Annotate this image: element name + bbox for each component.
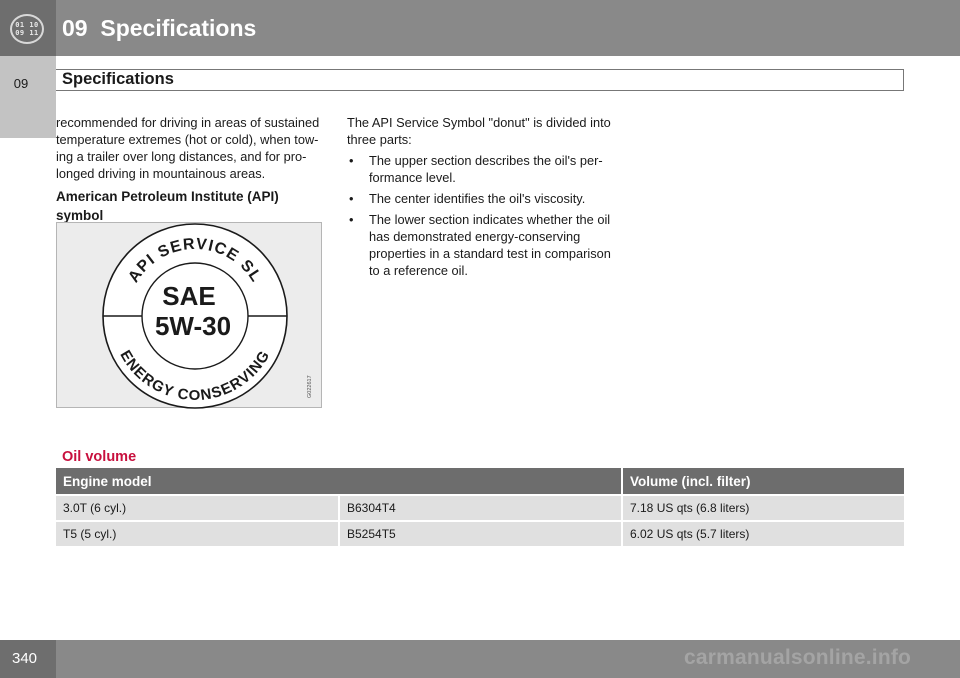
column-header-engine-model: Engine model (56, 468, 622, 495)
api-symbol-heading: American Petroleum Institute (API) symbo… (56, 189, 279, 223)
watermark: carmanualsonline.info (684, 646, 912, 669)
list-item-text: The upper section describes the oil's pe… (369, 153, 603, 185)
section-title-box (56, 69, 904, 91)
donut-center-viscosity: 5W-30 (155, 311, 231, 341)
cell-volume: 6.02 US qts (5.7 liters) (621, 520, 904, 546)
right-column: The API Service Symbol "donut" is divide… (347, 114, 619, 283)
api-symbol-figure: API SERVICE SL ENERGY CONSERVING SAE 5W-… (56, 222, 322, 409)
bullet-icon: • (349, 212, 354, 227)
table-header-row: Engine model Volume (incl. filter) (56, 468, 904, 495)
chapter-title: 09 Specifications (62, 15, 257, 41)
table-row: T5 (5 cyl.) B5254T5 6.02 US qts (5.7 lit… (56, 520, 904, 546)
column-header-volume: Volume (incl. filter) (621, 468, 904, 495)
oil-volume-heading: Oil volume (62, 449, 137, 465)
chapter-badge-line: 01 10 (15, 21, 39, 29)
donut-center-sae: SAE (162, 281, 215, 311)
chapter-badge-icon: 01 10 09 11 (10, 14, 44, 44)
list-item: • The center identifies the oil's viscosi… (347, 190, 619, 207)
side-tab (0, 56, 56, 138)
table-row: 3.0T (6 cyl.) B6304T4 7.18 US qts (6.8 l… (56, 494, 904, 521)
bullet-icon: • (349, 191, 354, 206)
list-item: • The lower section indicates whether the… (347, 211, 619, 279)
cell-volume: 7.18 US qts (6.8 liters) (621, 494, 904, 521)
oil-volume-table: Engine model Volume (incl. filter) 3.0T … (56, 468, 904, 546)
intro-paragraph: recommended for driving in areas of sust… (56, 115, 320, 181)
donut-parts-list: • The upper section describes the oil's p… (347, 152, 619, 279)
figure-code: G022617 (307, 375, 313, 398)
page-number: 340 (12, 650, 38, 667)
cell-engine-code: B5254T5 (338, 520, 622, 546)
donut-intro: The API Service Symbol "donut" is divide… (347, 115, 611, 147)
cell-model: 3.0T (6 cyl.) (56, 494, 339, 521)
cell-model: T5 (5 cyl.) (56, 520, 339, 546)
bullet-icon: • (349, 153, 354, 168)
left-column: recommended for driving in areas of sust… (56, 114, 326, 182)
cell-engine-code: B6304T4 (338, 494, 622, 521)
list-item: • The upper section describes the oil's p… (347, 152, 619, 186)
chapter-badge-line: 09 11 (15, 29, 39, 37)
api-donut-icon: API SERVICE SL ENERGY CONSERVING SAE 5W-… (102, 223, 313, 409)
side-tab-label: 09 (13, 76, 29, 91)
section-title: Specifications (62, 70, 174, 88)
list-item-text: The lower section indicates whether the … (369, 212, 611, 278)
list-item-text: The center identifies the oil's viscosit… (369, 191, 586, 206)
